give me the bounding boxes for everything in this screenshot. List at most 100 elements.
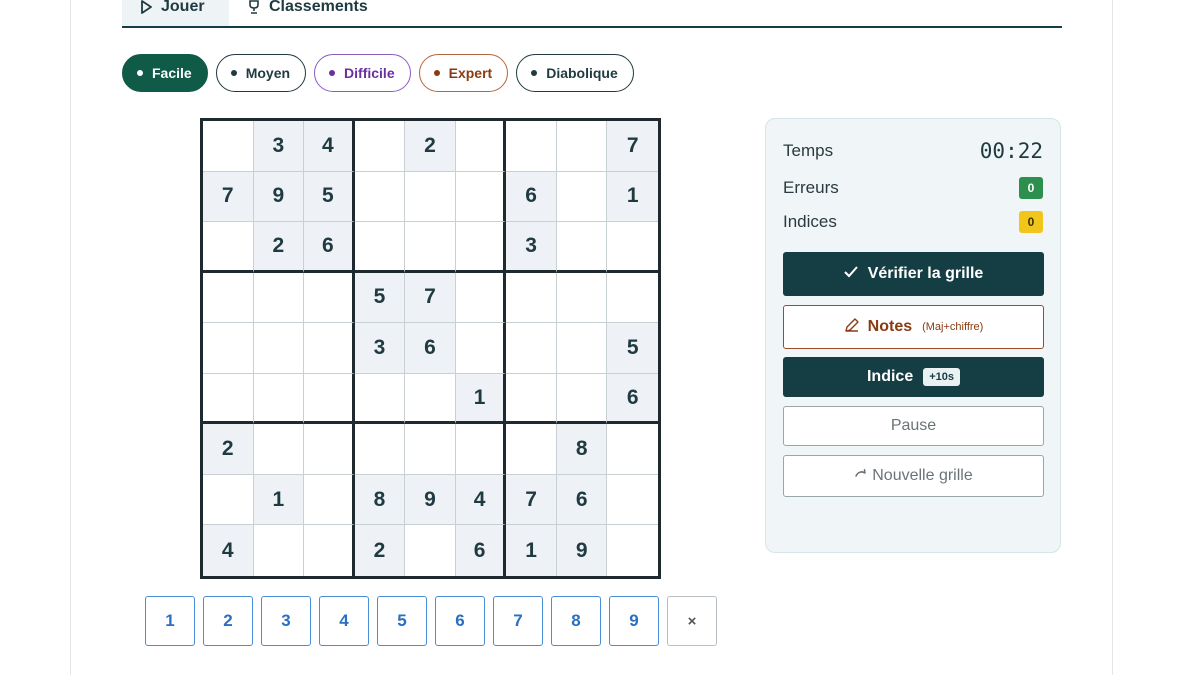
difficulty-facile-button[interactable]: Facile (122, 54, 208, 92)
sudoku-cell[interactable]: 4 (203, 525, 254, 576)
sudoku-cell[interactable]: 1 (506, 525, 557, 576)
sudoku-cell[interactable]: 6 (556, 474, 608, 526)
number-key-7[interactable]: 7 (493, 596, 543, 646)
sudoku-cell[interactable]: 4 (455, 474, 507, 526)
sudoku-cell[interactable]: 4 (304, 121, 355, 172)
difficulty-difficile-button[interactable]: Difficile (314, 54, 411, 92)
sudoku-cell[interactable]: 9 (253, 171, 305, 223)
sudoku-cell[interactable] (405, 424, 456, 475)
sudoku-cell[interactable] (607, 222, 658, 273)
sudoku-cell[interactable]: 1 (253, 474, 305, 526)
sudoku-cell[interactable] (556, 323, 608, 374)
sudoku-cell[interactable] (354, 171, 406, 223)
sudoku-cell[interactable] (607, 424, 658, 475)
sudoku-cell[interactable] (203, 474, 254, 526)
sudoku-cell[interactable] (405, 171, 456, 223)
sudoku-cell[interactable] (607, 273, 658, 324)
notes-button[interactable]: Notes (Maj+chiffre) (783, 305, 1044, 349)
sudoku-cell[interactable]: 1 (455, 373, 507, 425)
number-key-3[interactable]: 3 (261, 596, 311, 646)
sudoku-cell[interactable] (405, 222, 456, 273)
sudoku-cell[interactable] (253, 323, 305, 374)
sudoku-cell[interactable]: 3 (506, 222, 557, 273)
sudoku-cell[interactable] (304, 424, 355, 475)
sudoku-cell[interactable] (405, 525, 456, 576)
sudoku-cell[interactable]: 6 (304, 222, 355, 273)
sudoku-cell[interactable]: 7 (203, 171, 254, 223)
sudoku-cell[interactable]: 9 (405, 474, 456, 526)
sudoku-cell[interactable] (455, 424, 507, 475)
sudoku-cell[interactable]: 6 (405, 323, 456, 374)
sudoku-cell[interactable] (203, 373, 254, 425)
tab-play[interactable]: Jouer (122, 0, 229, 26)
erase-key[interactable]: × (667, 596, 717, 646)
sudoku-cell[interactable] (354, 424, 406, 475)
difficulty-diabolique-button[interactable]: Diabolique (516, 54, 634, 92)
sudoku-cell[interactable]: 7 (405, 272, 456, 324)
sudoku-cell[interactable] (506, 121, 557, 172)
sudoku-cell[interactable]: 2 (405, 121, 456, 172)
sudoku-cell[interactable] (304, 474, 355, 526)
sudoku-cell[interactable] (607, 525, 658, 576)
hint-button[interactable]: Indice +10s (783, 357, 1044, 397)
number-key-4[interactable]: 4 (319, 596, 369, 646)
sudoku-cell[interactable] (203, 121, 254, 172)
sudoku-cell[interactable]: 8 (354, 474, 406, 526)
sudoku-cell[interactable] (405, 373, 456, 425)
difficulty-moyen-button[interactable]: Moyen (215, 54, 307, 92)
sudoku-cell[interactable] (253, 373, 305, 425)
sudoku-cell[interactable]: 6 (455, 525, 507, 576)
sudoku-cell[interactable] (506, 323, 557, 374)
sudoku-cell[interactable] (253, 272, 305, 324)
sudoku-cell[interactable]: 9 (556, 525, 608, 576)
sudoku-cell[interactable]: 2 (253, 222, 305, 273)
number-key-1[interactable]: 1 (145, 596, 195, 646)
sudoku-cell[interactable] (304, 272, 355, 324)
sudoku-cell[interactable] (203, 222, 254, 273)
sudoku-cell[interactable]: 8 (556, 424, 608, 475)
sudoku-cell[interactable] (506, 424, 557, 475)
sudoku-cell[interactable] (506, 373, 557, 425)
difficulty-expert-button[interactable]: Expert (418, 54, 509, 92)
sudoku-cell[interactable]: 7 (607, 121, 658, 172)
sudoku-cell[interactable] (354, 121, 406, 172)
sudoku-cell[interactable] (455, 272, 507, 324)
verify-grid-button[interactable]: Vérifier la grille (783, 252, 1044, 296)
sudoku-cell[interactable] (253, 424, 305, 475)
tab-leaderboard[interactable]: Classements (247, 0, 368, 26)
number-key-8[interactable]: 8 (551, 596, 601, 646)
sudoku-cell[interactable]: 5 (607, 323, 658, 374)
sudoku-cell[interactable] (304, 323, 355, 374)
sudoku-cell[interactable]: 3 (354, 323, 406, 374)
pause-button[interactable]: Pause (783, 406, 1044, 446)
sudoku-cell[interactable] (304, 525, 355, 576)
sudoku-cell[interactable]: 5 (304, 171, 355, 223)
sudoku-cell[interactable]: 6 (506, 171, 557, 223)
sudoku-cell[interactable]: 7 (506, 474, 557, 526)
sudoku-cell[interactable] (455, 323, 507, 374)
sudoku-cell[interactable]: 2 (354, 525, 406, 576)
sudoku-cell[interactable] (354, 373, 406, 425)
sudoku-cell[interactable] (556, 222, 608, 273)
sudoku-cell[interactable] (455, 222, 507, 273)
sudoku-cell[interactable]: 1 (607, 171, 658, 223)
number-key-5[interactable]: 5 (377, 596, 427, 646)
sudoku-cell[interactable]: 5 (354, 272, 406, 324)
sudoku-cell[interactable]: 6 (607, 373, 658, 425)
sudoku-cell[interactable] (607, 475, 658, 526)
sudoku-cell[interactable] (455, 171, 507, 223)
sudoku-cell[interactable] (556, 171, 608, 223)
sudoku-cell[interactable] (506, 272, 557, 324)
sudoku-cell[interactable] (556, 373, 608, 425)
sudoku-cell[interactable] (203, 272, 254, 324)
sudoku-cell[interactable] (556, 272, 608, 324)
sudoku-cell[interactable] (254, 525, 305, 576)
sudoku-cell[interactable] (304, 373, 355, 425)
sudoku-cell[interactable]: 3 (253, 121, 305, 172)
number-key-9[interactable]: 9 (609, 596, 659, 646)
sudoku-cell[interactable] (354, 222, 406, 273)
new-grid-button[interactable]: Nouvelle grille (783, 455, 1044, 497)
sudoku-cell[interactable] (556, 121, 608, 172)
number-key-6[interactable]: 6 (435, 596, 485, 646)
sudoku-cell[interactable] (455, 121, 507, 172)
